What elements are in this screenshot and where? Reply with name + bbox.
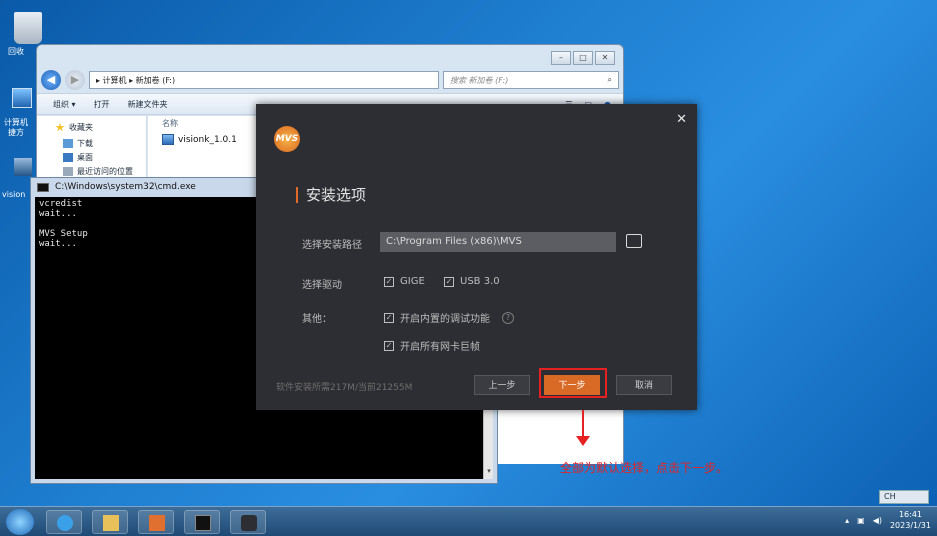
file-name: visionk_1.0.1 xyxy=(178,134,237,145)
recent-places-icon xyxy=(63,167,73,176)
window-controls: – □ ✕ xyxy=(551,51,615,65)
taskbar: ▴ ▣ ◀) 16:41 2023/1/31 xyxy=(0,506,937,536)
network-icon[interactable]: ▣ xyxy=(857,516,865,525)
page-title: 安装选项 xyxy=(296,184,366,205)
media-player-icon xyxy=(149,515,165,531)
driver-usb-checkbox[interactable]: ✓ USB 3.0 xyxy=(444,276,500,287)
star-icon xyxy=(55,123,65,132)
help-icon[interactable]: ? xyxy=(502,311,514,324)
taskbar-cmd[interactable] xyxy=(184,510,220,534)
vision-label: vision xyxy=(2,190,26,199)
language-bar[interactable]: CH xyxy=(879,490,929,504)
debug-option-checkbox[interactable]: ✓ 开启内置的调试功能? xyxy=(384,310,514,325)
address-bar[interactable]: ▸ 计算机 ▸ 新加卷 (F:) xyxy=(89,71,439,89)
nav-favorites[interactable]: 收藏夹 xyxy=(55,122,93,133)
taskbar-mvs[interactable] xyxy=(230,510,266,534)
recycle-bin-icon[interactable] xyxy=(14,12,42,44)
mvs-icon xyxy=(241,515,257,531)
language-label: CH xyxy=(884,492,896,501)
file-item[interactable]: visionk_1.0.1 xyxy=(162,134,237,145)
system-tray: ▴ ▣ ◀) 16:41 2023/1/31 xyxy=(845,509,931,531)
driver-usb-label: USB 3.0 xyxy=(460,276,500,287)
install-path-input[interactable]: C:\Program Files (x86)\MVS xyxy=(380,232,616,252)
organize-menu[interactable]: 组织 ▾ xyxy=(53,99,76,110)
page-title-text: 安装选项 xyxy=(306,186,367,204)
cancel-button[interactable]: 取消 xyxy=(616,375,672,395)
forward-button[interactable]: ▶ xyxy=(65,70,85,90)
annotation-arrow-head xyxy=(576,436,590,446)
downloads-icon xyxy=(63,139,73,148)
title-accent-bar xyxy=(296,186,298,203)
breadcrumb: ▸ 计算机 ▸ 新加卷 (F:) xyxy=(96,75,176,85)
recycle-bin-label: 回收 xyxy=(8,47,24,56)
nav-recent-label: 最近访问的位置 xyxy=(77,167,133,176)
vision-shortcut-icon[interactable] xyxy=(14,158,32,176)
clock-date: 2023/1/31 xyxy=(889,521,931,530)
nav-recent[interactable]: 最近访问的位置 xyxy=(63,166,133,177)
folder-icon xyxy=(103,515,119,531)
volume-icon[interactable]: ◀) xyxy=(873,516,882,525)
computer-icon[interactable] xyxy=(12,88,32,108)
checkbox-checked-icon[interactable]: ✓ xyxy=(384,340,394,351)
debug-option-label: 开启内置的调试功能 xyxy=(400,314,490,325)
minimize-button[interactable]: – xyxy=(551,51,571,65)
checkbox-checked-icon[interactable]: ✓ xyxy=(384,312,394,323)
installer-file-icon xyxy=(162,134,174,145)
clock-time: 16:41 xyxy=(898,510,923,519)
driver-gige-checkbox[interactable]: ✓ GIGE xyxy=(384,276,425,287)
nav-downloads-label: 下载 xyxy=(77,139,93,148)
annotation-text: 全部为默认选择，点击下一步。 xyxy=(560,461,729,475)
new-folder-button[interactable]: 新建文件夹 xyxy=(128,99,168,110)
next-button-highlight xyxy=(539,368,607,398)
column-header-name[interactable]: 名称 xyxy=(162,118,178,129)
scroll-down-icon[interactable]: ▾ xyxy=(485,467,493,477)
search-icon: ⌕ xyxy=(607,75,612,84)
jumbo-frame-checkbox[interactable]: ✓ 开启所有网卡巨帧 xyxy=(384,338,480,353)
checkbox-checked-icon[interactable]: ✓ xyxy=(384,276,394,287)
close-icon[interactable]: ✕ xyxy=(676,112,687,127)
taskbar-explorer[interactable] xyxy=(92,510,128,534)
taskbar-ie[interactable] xyxy=(46,510,82,534)
driver-gige-label: GIGE xyxy=(400,276,425,287)
nav-favorites-label: 收藏夹 xyxy=(69,123,93,132)
search-input[interactable]: 搜索 新加卷 (F:) ⌕ xyxy=(443,71,619,89)
nav-downloads[interactable]: 下载 xyxy=(63,138,93,149)
prev-button[interactable]: 上一步 xyxy=(474,375,530,395)
driver-label: 选择驱动 xyxy=(302,280,342,291)
nav-desktop[interactable]: 桌面 xyxy=(63,152,93,163)
taskbar-media[interactable] xyxy=(138,510,174,534)
computer-label: 计算机 捷方 xyxy=(4,118,28,137)
clock[interactable]: 16:41 2023/1/31 xyxy=(890,509,931,531)
nav-desktop-label: 桌面 xyxy=(77,153,93,162)
ie-icon xyxy=(57,515,73,531)
maximize-button[interactable]: □ xyxy=(573,51,593,65)
close-button[interactable]: ✕ xyxy=(595,51,615,65)
checkbox-checked-icon[interactable]: ✓ xyxy=(444,276,454,287)
cmd-icon xyxy=(195,515,211,531)
jumbo-frame-label: 开启所有网卡巨帧 xyxy=(400,342,480,353)
cmd-icon xyxy=(37,182,49,192)
disk-space-info: 软件安装所需217M/当前21255M xyxy=(276,383,413,393)
other-label: 其他： xyxy=(302,314,332,325)
mvs-installer-dialog: MVS ✕ 安装选项 选择安装路径 C:\Program Files (x86)… xyxy=(256,104,697,410)
tray-arrow-icon[interactable]: ▴ xyxy=(845,516,849,525)
mvs-logo: MVS xyxy=(274,126,300,152)
back-button[interactable]: ◀ xyxy=(41,70,61,90)
start-button[interactable] xyxy=(6,509,34,535)
folder-browse-icon[interactable] xyxy=(626,234,642,248)
annotation-arrow xyxy=(582,410,584,438)
cmd-title: C:\Windows\system32\cmd.exe xyxy=(55,182,196,192)
open-button[interactable]: 打开 xyxy=(94,99,110,110)
install-path-label: 选择安装路径 xyxy=(302,240,362,251)
desktop-icon xyxy=(63,153,73,162)
address-row: ◀ ▶ ▸ 计算机 ▸ 新加卷 (F:) 搜索 新加卷 (F:) ⌕ xyxy=(41,69,619,91)
search-placeholder: 搜索 新加卷 (F:) xyxy=(450,75,509,85)
